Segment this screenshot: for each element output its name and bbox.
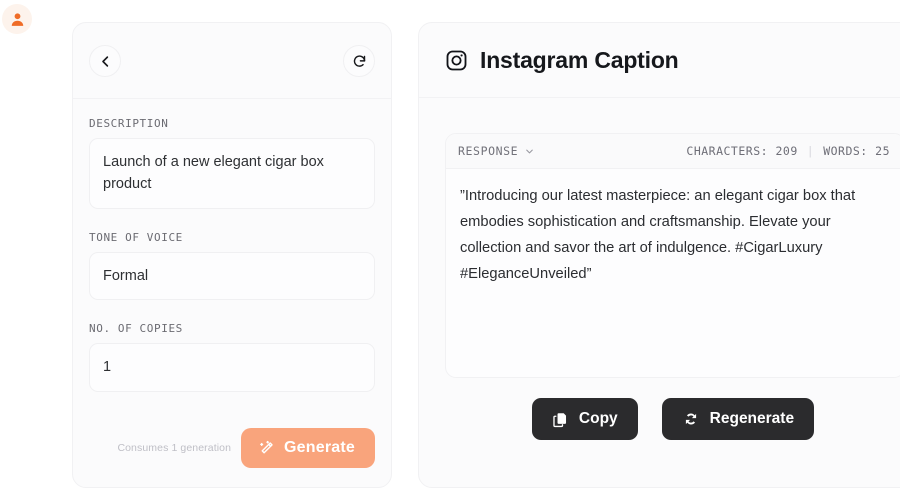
response-box: RESPONSE CHARACTERS: 209 | WORDS: 25 ”In… [445, 133, 900, 378]
consumption-note: Consumes 1 generation [117, 442, 232, 454]
response-toolbar: RESPONSE CHARACTERS: 209 | WORDS: 25 [446, 134, 900, 169]
description-input[interactable]: Launch of a new elegant cigar box produc… [89, 138, 375, 209]
back-button[interactable] [89, 45, 121, 77]
generate-button[interactable]: Generate [241, 428, 375, 468]
refresh-cw-icon [353, 54, 365, 67]
tone-of-voice-label: TONE OF VOICE [89, 230, 183, 244]
instagram-icon [446, 50, 467, 70]
response-stats: CHARACTERS: 209 | WORDS: 25 [686, 144, 890, 158]
tone-of-voice-input[interactable]: Formal [89, 251, 375, 301]
characters-count: CHARACTERS: 209 [686, 144, 798, 158]
generate-row: Consumes 1 generation Generate [73, 428, 391, 468]
chevron-down-icon [526, 149, 534, 153]
page-title: Instagram Caption [480, 46, 679, 73]
response-selector[interactable]: RESPONSE [458, 144, 535, 158]
no-of-copies-label: NO. OF COPIES [89, 322, 183, 336]
output-panel-header: Instagram Caption [419, 23, 900, 98]
response-text[interactable]: ”Introducing our latest masterpiece: an … [446, 169, 900, 287]
copy-button[interactable]: Copy [531, 398, 638, 440]
user-avatar-icon [11, 12, 23, 26]
chevron-left-icon [101, 55, 108, 67]
regenerate-button[interactable]: Regenerate [661, 398, 815, 440]
avatar[interactable] [2, 4, 32, 34]
output-panel: Instagram Caption RESPONSE CHARACTERS: 2… [418, 22, 900, 488]
input-panel: DESCRIPTION Launch of a new elegant ciga… [72, 22, 392, 488]
copy-button-label: Copy [578, 410, 618, 427]
generate-button-label: Generate [284, 439, 355, 456]
response-area: RESPONSE CHARACTERS: 209 | WORDS: 25 ”In… [419, 98, 900, 378]
app-root: DESCRIPTION Launch of a new elegant ciga… [0, 0, 900, 500]
reset-button[interactable] [343, 45, 375, 77]
no-of-copies-input[interactable]: 1 [89, 343, 375, 392]
stats-separator: | [806, 144, 815, 158]
generator-form: DESCRIPTION Launch of a new elegant ciga… [73, 99, 391, 392]
magic-wand-icon [260, 440, 273, 453]
regenerate-button-label: Regenerate [709, 410, 795, 427]
description-label: DESCRIPTION [89, 117, 169, 130]
refresh-cycle-icon [685, 413, 696, 425]
copy-icon [553, 412, 566, 427]
input-panel-header [73, 23, 391, 99]
words-count: WORDS: 25 [823, 144, 890, 158]
response-selector-label: RESPONSE [458, 144, 519, 158]
output-actions: Copy Regenerate [419, 398, 900, 440]
